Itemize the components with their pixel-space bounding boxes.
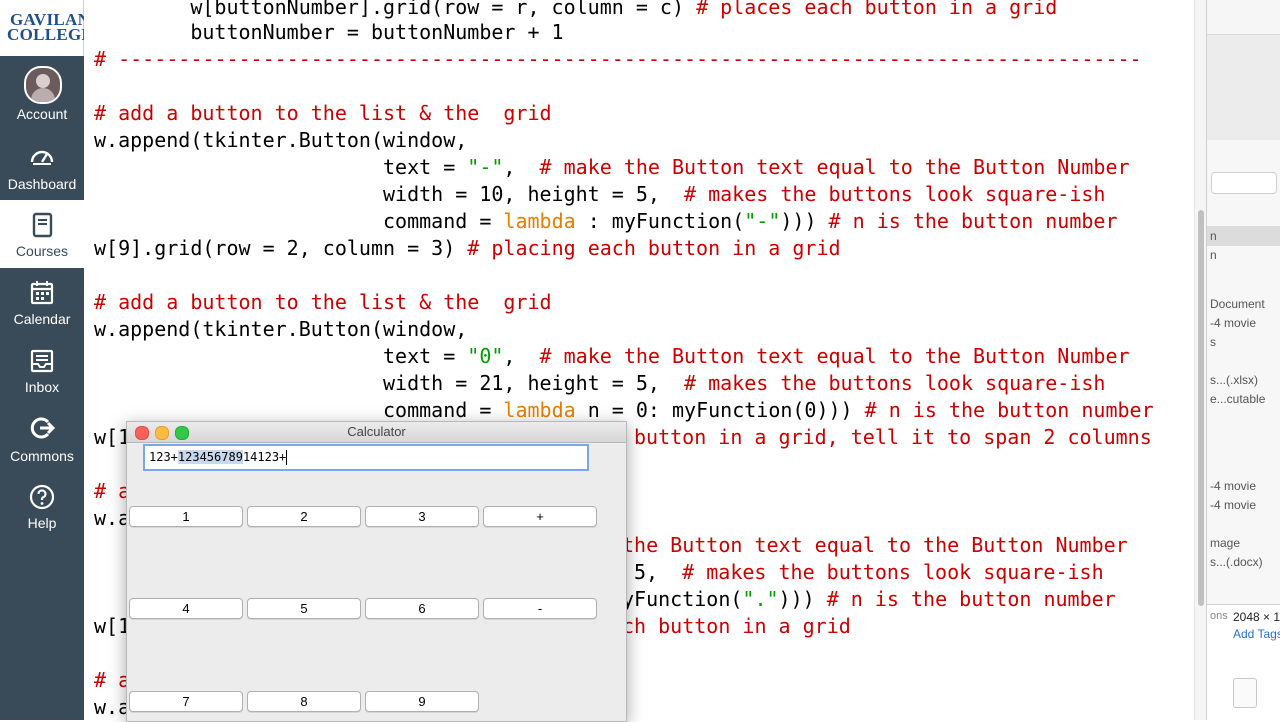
code-line: w.append(tkinter.Button(window, (94, 317, 468, 341)
calculator-window[interactable]: Calculator 123+12345678914123+ 1 2 3 + 4… (126, 421, 627, 722)
nav-label-account: Account (16, 106, 68, 122)
finder-info-label: ons (1210, 610, 1228, 622)
calc-button-6[interactable]: 6 (365, 598, 479, 619)
calc-button-9[interactable]: 9 (365, 691, 479, 712)
code-line: # add a button to the list & the grid (94, 290, 552, 314)
nav-label-courses: Courses (15, 243, 69, 259)
code-line: w.a (94, 695, 131, 719)
code-line-fragment: button in a grid, tell it to span 2 colu… (634, 425, 1152, 449)
code-line: # a (94, 668, 131, 692)
finder-item[interactable]: s (1210, 335, 1216, 349)
calculator-titlebar[interactable]: Calculator (127, 422, 626, 443)
calendar-icon (30, 281, 54, 305)
add-tags-link[interactable]: Add Tags (1233, 627, 1280, 641)
code-line: w[buttonNumber].grid(row = r, column = c… (94, 0, 1058, 19)
calc-button-1[interactable]: 1 (129, 506, 243, 527)
finder-item[interactable]: -4 movie (1210, 316, 1256, 330)
calc-button-minus[interactable]: - (483, 598, 597, 619)
college-logo[interactable]: GAVILAN COLLEGE (0, 0, 93, 56)
calculator-display-entry[interactable]: 123+12345678914123+ (143, 444, 589, 471)
nav-label-dashboard: Dashboard (7, 176, 77, 192)
calc-button-2[interactable]: 2 (247, 506, 361, 527)
commons-icon (30, 417, 56, 439)
help-icon (29, 484, 55, 510)
calc-button-4[interactable]: 4 (129, 598, 243, 619)
inbox-icon (30, 349, 54, 373)
code-line: text = "0", # make the Button text equal… (94, 344, 1130, 368)
finder-search-field[interactable] (1211, 172, 1277, 194)
avatar (24, 66, 62, 104)
finder-thumbnail (1233, 678, 1257, 708)
code-line: # add a button to the list & the grid (94, 101, 552, 125)
nav-label-inbox: Inbox (24, 379, 60, 395)
code-line: command = lambda : myFunction("-"))) # n… (94, 209, 1118, 233)
finder-item[interactable]: s...(.docx) (1210, 555, 1263, 569)
logo-line-2: COLLEGE (7, 25, 94, 44)
nav-label-help: Help (27, 515, 57, 531)
finder-item[interactable]: -4 movie (1210, 479, 1256, 493)
code-line-fragment: ch button in a grid (622, 614, 851, 638)
code-line-fragment: the Button text equal to the Button Numb… (622, 533, 1128, 557)
nav-item-calendar[interactable]: Calendar (0, 270, 84, 338)
calc-button-plus[interactable]: + (483, 506, 597, 527)
nav-item-help[interactable]: Help (0, 480, 84, 536)
code-line: width = 10, height = 5, # makes the butt… (94, 182, 1106, 206)
code-line: width = 21, height = 5, # makes the butt… (94, 371, 1106, 395)
calculator-title: Calculator (347, 424, 406, 439)
nav-label-commons: Commons (10, 448, 74, 464)
finder-item[interactable]: -4 movie (1210, 498, 1256, 512)
nav-label-calendar: Calendar (13, 311, 71, 327)
finder-item[interactable]: Document (1210, 297, 1265, 311)
code-line: w[1 (94, 425, 131, 449)
finder-selected-row (1207, 226, 1280, 246)
book-icon (32, 212, 53, 238)
calc-button-8[interactable]: 8 (247, 691, 361, 712)
nav-item-account[interactable]: Account (0, 56, 84, 126)
background-finder-window[interactable]: n n Document -4 movie s s...(.xlsx) e...… (1206, 0, 1280, 721)
code-line: buttonNumber = buttonNumber + 1 (94, 20, 564, 44)
code-line-fragment: yFunction("."))) # n is the button numbe… (622, 587, 1116, 611)
code-line: # --------------------------------------… (94, 47, 1142, 71)
code-line: w[9].grid(row = 2, column = 3) # placing… (94, 236, 841, 260)
code-line: # a (94, 479, 131, 503)
text-cursor (286, 450, 288, 465)
nav-item-commons[interactable]: Commons (0, 410, 84, 476)
finder-dimensions: 2048 × 1 (1233, 610, 1280, 624)
nav-item-inbox[interactable]: Inbox (0, 340, 84, 406)
calc-button-3[interactable]: 3 (365, 506, 479, 527)
code-line-fragment: 5, # makes the buttons look square-ish (634, 560, 1104, 584)
dashboard-icon (30, 150, 54, 165)
calc-button-7[interactable]: 7 (129, 691, 243, 712)
code-line: text = "-", # make the Button text equal… (94, 155, 1130, 179)
code-line: w[1 (94, 614, 131, 638)
finder-item[interactable]: mage (1210, 536, 1240, 550)
calc-button-5[interactable]: 5 (247, 598, 361, 619)
global-nav-sidebar: GAVILAN COLLEGE Account Dashboard Course… (0, 0, 93, 720)
finder-item[interactable]: s...(.xlsx) (1210, 373, 1258, 387)
nav-item-courses[interactable]: Courses (0, 200, 84, 268)
code-line: command = lambda n = 0: myFunction(0))) … (94, 398, 1154, 422)
nav-item-dashboard[interactable]: Dashboard (0, 130, 84, 198)
code-line: w.a (94, 506, 131, 530)
code-line: w.append(tkinter.Button(window, (94, 128, 468, 152)
finder-toolbar (1207, 0, 1280, 35)
finder-item[interactable]: n (1210, 229, 1217, 243)
finder-item[interactable]: e...cutable (1210, 392, 1265, 406)
scroll-thumb[interactable] (1198, 210, 1204, 606)
finder-item[interactable]: n (1210, 248, 1217, 262)
